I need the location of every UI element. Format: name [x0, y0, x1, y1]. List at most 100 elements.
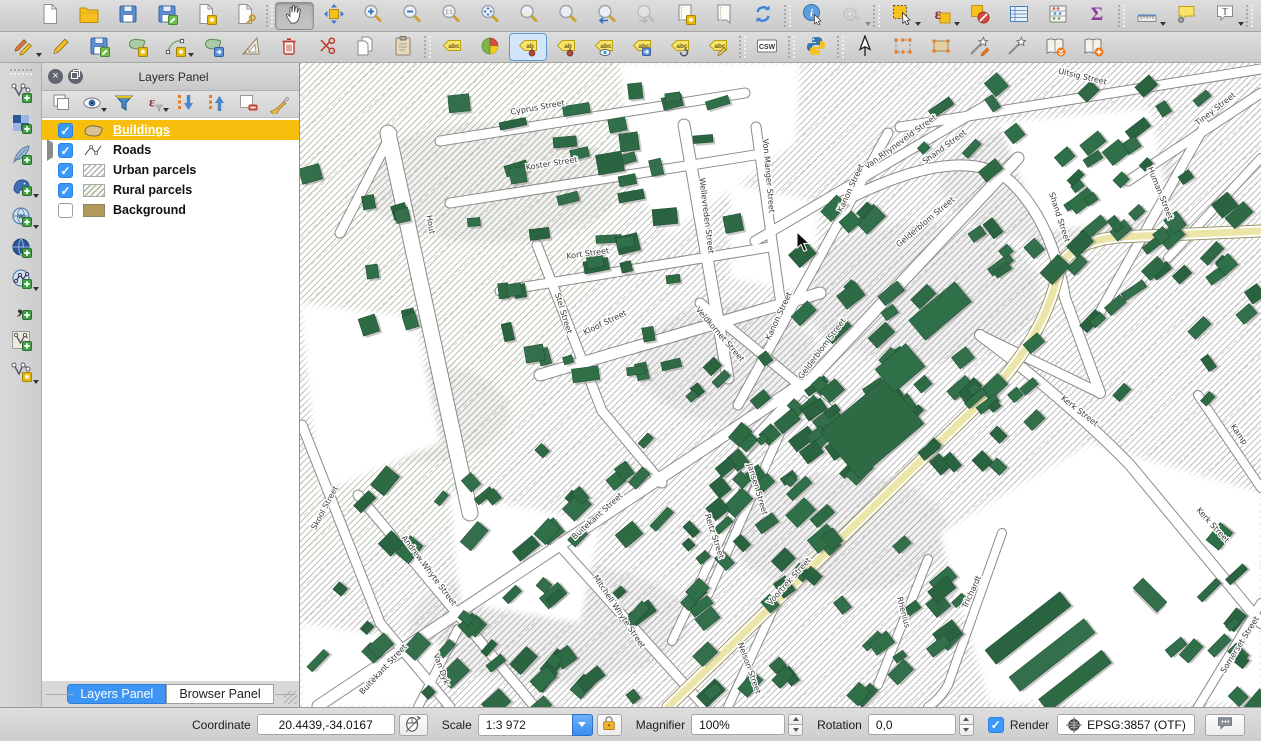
csw-metasearch-button[interactable]: CSW [748, 33, 786, 61]
float-panel-button[interactable] [68, 69, 83, 84]
pan-to-selection-button[interactable] [314, 2, 353, 30]
zoom-to-layer-button[interactable] [509, 2, 548, 30]
atlas-add-button[interactable] [1074, 33, 1112, 61]
messages-button[interactable] [1205, 714, 1245, 736]
statistical-summary-button[interactable]: Σ [1077, 2, 1116, 30]
scale-lock-button[interactable] [597, 714, 622, 736]
atlas-export-button[interactable] [1036, 33, 1074, 61]
render-checkbox[interactable]: ✓ [988, 717, 1004, 733]
add-postgis-layer-button[interactable] [3, 171, 39, 202]
select-by-expression-button[interactable]: ε [921, 2, 960, 30]
composer-manager-button[interactable] [225, 2, 264, 30]
refresh-map-button[interactable] [743, 2, 782, 30]
layer-expander-icon[interactable] [47, 143, 58, 157]
filter-legend-by-map-content-button[interactable] [110, 92, 138, 116]
magnifier-stepper[interactable] [788, 714, 803, 736]
paste-features-button[interactable] [384, 33, 422, 61]
move-feature-button[interactable] [194, 33, 232, 61]
zoom-out-button[interactable] [392, 2, 431, 30]
save-project-button[interactable] [108, 2, 147, 30]
layer-visibility-checkbox[interactable]: ✓ [58, 183, 73, 198]
dropdown-arrow-icon[interactable] [163, 108, 169, 112]
text-annotation-button[interactable]: T [1205, 2, 1244, 30]
crs-status-button[interactable]: EPSG:3857 (OTF) [1057, 714, 1195, 735]
collapse-all-button[interactable] [203, 92, 231, 116]
layer-row-urban-parcels[interactable]: ✓Urban parcels [42, 160, 299, 180]
dropdown-arrow-icon[interactable] [865, 22, 871, 26]
layer-row-rural-parcels[interactable]: ✓Rural parcels [42, 180, 299, 200]
pin-unpin-labels-button[interactable]: ab [509, 33, 547, 61]
map-canvas[interactable]: Cyprus StreetKoster StreetKort StreetHou… [300, 63, 1261, 707]
select-features-button[interactable] [882, 2, 921, 30]
layer-row-buildings[interactable]: ✓Buildings [42, 120, 299, 140]
rotate-label-button[interactable]: abc [661, 33, 699, 61]
highlight-pinned-labels-button[interactable]: ab [547, 33, 585, 61]
deselect-all-button[interactable] [960, 2, 999, 30]
layer-visibility-checkbox[interactable]: ✓ [58, 123, 73, 138]
save-project-as-button[interactable] [147, 2, 186, 30]
select-frame-button[interactable] [884, 33, 922, 61]
pan-map-button[interactable] [275, 2, 314, 30]
expand-all-button[interactable] [172, 92, 200, 116]
zoom-last-button[interactable] [587, 2, 626, 30]
tab-layers-panel[interactable]: Layers Panel [67, 684, 166, 704]
new-project-button[interactable] [30, 2, 69, 30]
move-frame-content-button[interactable] [922, 33, 960, 61]
rotation-stepper[interactable] [959, 714, 974, 736]
mouse-position-toggle-button[interactable] [399, 714, 428, 736]
new-print-composer-button[interactable] [186, 2, 225, 30]
toggle-editing-button[interactable] [42, 33, 80, 61]
identify-features-button[interactable]: i [793, 2, 832, 30]
dropdown-arrow-icon[interactable] [101, 108, 107, 112]
open-project-button[interactable] [69, 2, 108, 30]
remove-layer-group-button[interactable] [234, 92, 262, 116]
layer-diagram-options-button[interactable] [471, 33, 509, 61]
add-wms-layer-button[interactable]: W [3, 202, 39, 233]
layer-visibility-checkbox[interactable] [58, 203, 73, 218]
zoom-native-button[interactable]: 1:1 [431, 2, 470, 30]
dropdown-arrow-icon[interactable] [33, 380, 39, 384]
show-hide-labels-button[interactable]: abc [585, 33, 623, 61]
zoom-to-selection-button[interactable] [548, 2, 587, 30]
scale-dropdown-arrow[interactable] [572, 714, 593, 736]
add-vector-layer-button[interactable] [3, 78, 39, 109]
layer-row-background[interactable]: Background [42, 200, 299, 220]
help-button[interactable]: ? [1255, 2, 1261, 30]
add-feature-button[interactable] [118, 33, 156, 61]
python-console-button[interactable] [797, 33, 835, 61]
save-layer-edits-button[interactable] [80, 33, 118, 61]
close-panel-button[interactable]: × [48, 69, 63, 84]
coordinate-input[interactable]: 20.4439,-34.0167 [257, 714, 395, 735]
layer-visibility-checkbox[interactable]: ✓ [58, 143, 73, 158]
panel-resize-grip[interactable] [284, 691, 297, 704]
tab-browser-panel[interactable]: Browser Panel [166, 684, 273, 704]
dropdown-arrow-icon[interactable] [33, 194, 39, 198]
add-spatialite-layer-button[interactable] [3, 140, 39, 171]
add-circular-string-button[interactable] [156, 33, 194, 61]
dropdown-arrow-icon[interactable] [1238, 22, 1244, 26]
magnifier-input[interactable]: 100% [691, 714, 785, 735]
add-wfs-layer-button[interactable] [3, 264, 39, 295]
wand-run-button[interactable] [998, 33, 1036, 61]
scale-combo[interactable]: 1:3 972 [478, 714, 593, 736]
layer-visibility-checkbox[interactable]: ✓ [58, 163, 73, 178]
current-edits-button[interactable] [4, 33, 42, 61]
cut-features-button[interactable] [308, 33, 346, 61]
add-delimited-text-layer-button[interactable]: , [3, 295, 39, 326]
dropdown-arrow-icon[interactable] [33, 287, 39, 291]
move-label-button[interactable]: abc [623, 33, 661, 61]
wand-edit-button[interactable] [960, 33, 998, 61]
open-attribute-table-button[interactable] [999, 2, 1038, 30]
add-raster-layer-button[interactable] [3, 109, 39, 140]
zoom-in-button[interactable] [353, 2, 392, 30]
measure-line-button[interactable] [1127, 2, 1166, 30]
rotation-input[interactable]: 0,0 [868, 714, 956, 735]
field-calculator-button[interactable] [1038, 2, 1077, 30]
layer-row-roads[interactable]: ✓Roads [42, 140, 299, 160]
node-tool-button[interactable] [232, 33, 270, 61]
annotation-arrow-button[interactable] [846, 33, 884, 61]
filter-legend-by-expression-button[interactable]: ε [141, 92, 169, 116]
zoom-full-button[interactable] [470, 2, 509, 30]
add-group-button[interactable] [48, 92, 76, 116]
delete-selected-button[interactable] [270, 33, 308, 61]
